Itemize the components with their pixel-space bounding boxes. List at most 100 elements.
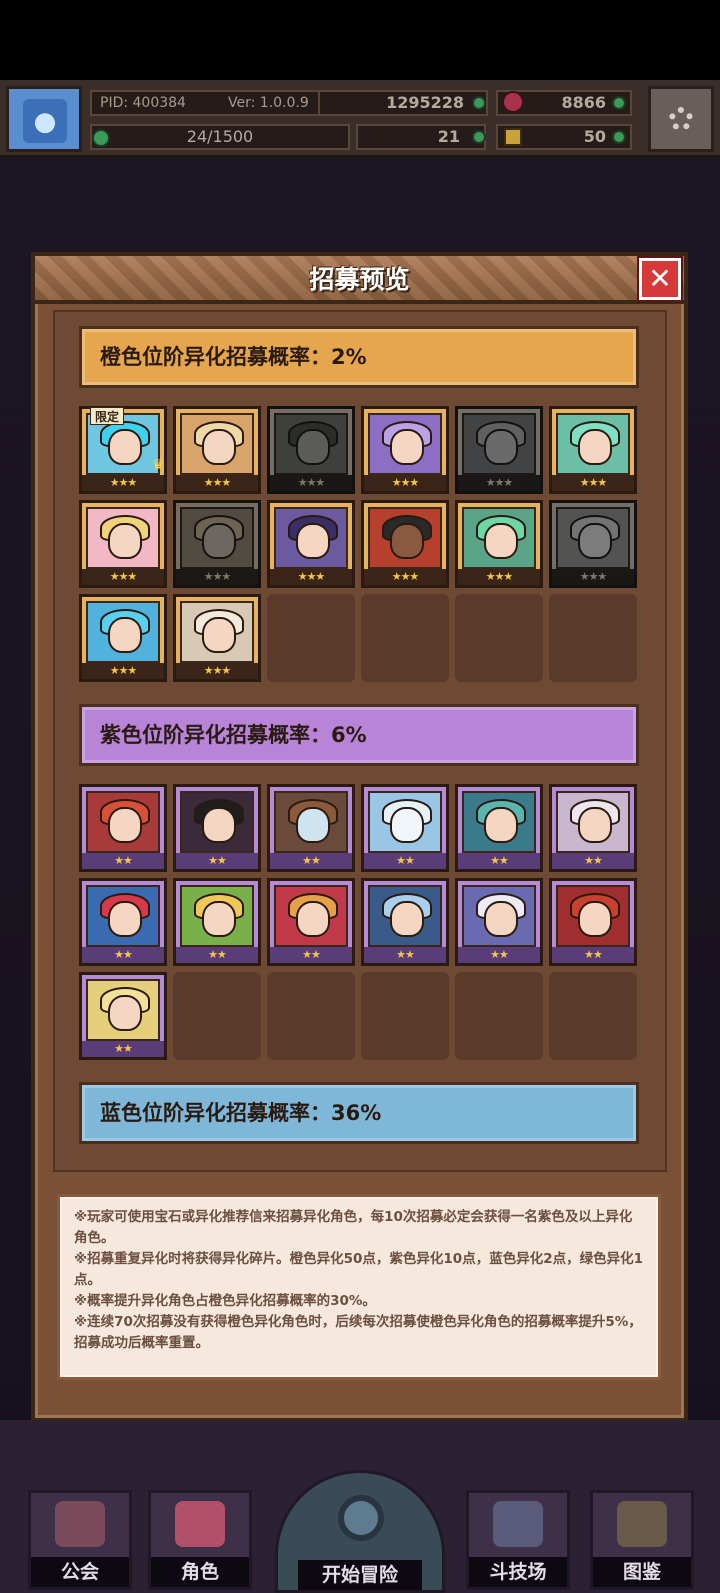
star-rating: ★★: [458, 947, 540, 963]
key-count: 50: [583, 127, 606, 146]
limited-badge: 限定: [90, 407, 125, 425]
nav-codex[interactable]: 图鉴: [590, 1490, 694, 1590]
dialog-title: 招募预览: [309, 265, 410, 294]
swords-icon: [493, 1501, 543, 1547]
clover-add-icon[interactable]: [472, 130, 486, 144]
character-card[interactable]: ★★: [455, 878, 543, 966]
title-band: 招募预览 ✕: [35, 256, 684, 304]
character-card[interactable]: ★★: [361, 878, 449, 966]
character-icon: [175, 1501, 225, 1547]
magnifier-icon: [338, 1495, 384, 1541]
empty-slot: [173, 972, 261, 1060]
character-card[interactable]: ★★: [549, 784, 637, 872]
empty-slot: [361, 972, 449, 1060]
crown-icon: ♛: [151, 457, 164, 473]
star-rating: ★★★: [82, 475, 164, 491]
character-card[interactable]: ★★★: [267, 500, 355, 588]
character-card[interactable]: ★★★: [173, 594, 261, 682]
nav-adventure[interactable]: 开始冒险: [275, 1470, 445, 1593]
star-rating: ★★★: [552, 569, 634, 585]
empty-slot: [267, 594, 355, 682]
star-rating: ★★: [364, 947, 446, 963]
blue-rate-band: 蓝色位阶异化招募概率：36%: [79, 1082, 639, 1144]
star-rating: ★★★: [176, 569, 258, 585]
nav-adventure-label: 开始冒险: [298, 1560, 422, 1590]
key-add-icon[interactable]: [612, 130, 626, 144]
character-card[interactable]: ★★: [173, 878, 261, 966]
star-rating: ★★: [458, 853, 540, 869]
settings-button[interactable]: [648, 86, 714, 152]
character-card[interactable]: ★★★: [549, 406, 637, 494]
star-rating: ★★★: [364, 475, 446, 491]
empty-slot: [549, 972, 637, 1060]
note-line: ※概率提升异化角色占橙色异化招募概率的30%。: [74, 1293, 376, 1309]
character-card[interactable]: ★★★: [79, 594, 167, 682]
game-version: Ver: 1.0.0.9: [228, 95, 309, 111]
clover-icon: [92, 129, 110, 147]
character-card-locked[interactable]: ★★★: [267, 406, 355, 494]
empty-slot: [361, 594, 449, 682]
note-line: ※玩家可使用宝石或异化推荐信来招募异化角色，每10次招募必定会获得一名紫色及以上…: [74, 1209, 633, 1246]
star-rating: ★★★: [364, 569, 446, 585]
nav-characters[interactable]: 角色: [148, 1490, 252, 1590]
star-rating: ★★★: [458, 569, 540, 585]
book-icon: [617, 1501, 667, 1547]
star-rating: ★★★: [552, 475, 634, 491]
bottom-nav: 公会 角色 开始冒险 斗技场 图鉴: [0, 1420, 720, 1593]
star-rating: ★★: [552, 947, 634, 963]
gold-add-icon[interactable]: [472, 96, 486, 110]
star-rating: ★★★: [270, 475, 352, 491]
character-card[interactable]: ★★: [173, 784, 261, 872]
nav-arena[interactable]: 斗技场: [466, 1490, 570, 1590]
character-card-locked[interactable]: ★★★: [173, 500, 261, 588]
character-card[interactable]: ★★: [361, 784, 449, 872]
player-avatar[interactable]: [6, 86, 82, 152]
character-card[interactable]: ★★★: [361, 406, 449, 494]
gold-amount: 1295228: [386, 93, 464, 112]
guild-icon: [55, 1501, 105, 1547]
star-rating: ★★: [270, 947, 352, 963]
character-card[interactable]: ★★: [267, 784, 355, 872]
star-rating: ★★: [176, 853, 258, 869]
star-rating: ★★★: [82, 569, 164, 585]
character-card[interactable]: ★★: [79, 784, 167, 872]
nav-guild[interactable]: 公会: [28, 1490, 132, 1590]
character-card[interactable]: 限定 ♛ ★★★: [79, 406, 167, 494]
top-hud: PID: 400384 Ver: 1.0.0.9 1295228 8866 24…: [0, 80, 720, 158]
character-card[interactable]: ★★★: [361, 500, 449, 588]
star-rating: ★★★: [176, 475, 258, 491]
character-card[interactable]: ★★: [549, 878, 637, 966]
empty-slot: [455, 594, 543, 682]
nav-codex-label: 图鉴: [593, 1557, 691, 1587]
close-button[interactable]: ✕: [639, 258, 681, 300]
player-id: PID: 400384: [100, 95, 186, 111]
character-card[interactable]: ★★★: [455, 500, 543, 588]
character-card[interactable]: ★★: [79, 972, 167, 1060]
character-card[interactable]: ★★: [79, 878, 167, 966]
star-rating: ★★★: [458, 475, 540, 491]
star-rating: ★★★: [270, 569, 352, 585]
note-line: ※连续70次招募没有获得橙色异化角色时，后续每次招募使橙色异化角色的招募概率提升…: [74, 1314, 642, 1351]
note-line: ※招募重复异化时将获得异化碎片。橙色异化50点，紫色异化10点，蓝色异化2点，绿…: [74, 1251, 643, 1288]
character-card[interactable]: ★★★: [79, 500, 167, 588]
star-rating: ★★: [364, 853, 446, 869]
gold-bar: 1295228: [318, 90, 488, 116]
character-card[interactable]: ★★★: [173, 406, 261, 494]
character-card[interactable]: ★★: [267, 878, 355, 966]
character-card[interactable]: ★★: [455, 784, 543, 872]
close-icon: ✕: [648, 262, 672, 295]
gem-icon: [502, 91, 524, 113]
empty-slot: [549, 594, 637, 682]
character-card-locked[interactable]: ★★★: [549, 500, 637, 588]
purple-rate-band: 紫色位阶异化招募概率：6%: [79, 704, 639, 766]
empty-slot: [267, 972, 355, 1060]
gem-amount: 8866: [561, 93, 606, 112]
nav-characters-label: 角色: [151, 1557, 249, 1587]
character-card-locked[interactable]: ★★★: [455, 406, 543, 494]
star-rating: ★★: [270, 853, 352, 869]
star-rating: ★★: [82, 853, 164, 869]
recruit-preview-dialog: 招募预览 ✕ 橙色位阶异化招募概率：2% 限定 ♛ ★★★ ★★★ ★★★ ★★…: [31, 252, 688, 1422]
star-rating: ★★: [176, 947, 258, 963]
status-bar: [0, 0, 720, 80]
gem-add-icon[interactable]: [612, 96, 626, 110]
